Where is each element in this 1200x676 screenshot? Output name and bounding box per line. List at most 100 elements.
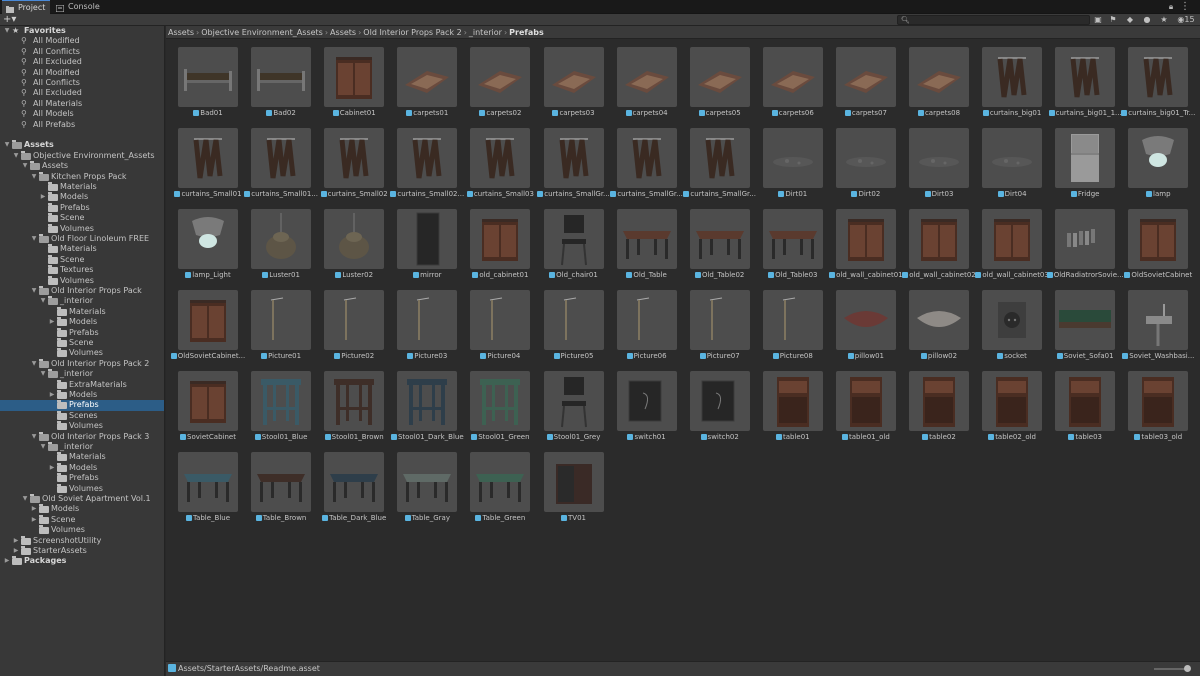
expand-arrow-icon[interactable]: ▼: [30, 234, 38, 244]
asset-item[interactable]: old_wall_cabinet01: [824, 202, 903, 282]
breadcrumb-segment[interactable]: _interior: [469, 28, 502, 37]
curtain-icon[interactable]: [982, 47, 1043, 107]
asset-item[interactable]: Dirt01: [751, 121, 824, 201]
asset-item[interactable]: Picture08: [751, 283, 824, 363]
tree-item-textures[interactable]: Textures: [0, 265, 164, 275]
expand-arrow-icon[interactable]: ▼: [21, 161, 29, 171]
tab-project[interactable]: Project: [2, 0, 50, 14]
asset-item[interactable]: carpets08: [897, 40, 970, 120]
tree-item-volumes[interactable]: Volumes: [0, 525, 164, 535]
asset-item[interactable]: Picture05: [532, 283, 605, 363]
expand-arrow-icon[interactable]: ▼: [3, 26, 11, 36]
asset-item[interactable]: Table_Green: [458, 445, 531, 525]
cabinet-icon[interactable]: [982, 209, 1043, 269]
stool-icon[interactable]: [324, 371, 385, 431]
nightstand-icon[interactable]: [1128, 371, 1189, 431]
asset-item[interactable]: carpets05: [678, 40, 751, 120]
asset-item[interactable]: Dirt03: [897, 121, 970, 201]
asset-item[interactable]: mirror: [385, 202, 458, 282]
asset-item[interactable]: Picture06: [605, 283, 678, 363]
asset-item[interactable]: curtains_SmallGr...: [605, 121, 683, 201]
stool-icon[interactable]: [397, 371, 458, 431]
table-icon[interactable]: [470, 452, 531, 512]
tree-item-scenes[interactable]: Scenes: [0, 410, 164, 421]
asset-item[interactable]: carpets03: [532, 40, 605, 120]
chair-icon[interactable]: [543, 209, 604, 269]
asset-item[interactable]: Old_Table: [605, 202, 678, 282]
radiator-icon[interactable]: [1055, 209, 1116, 269]
expand-arrow-icon[interactable]: ▼: [30, 286, 38, 296]
chair-icon[interactable]: [543, 371, 604, 431]
asset-item[interactable]: switch02: [678, 364, 751, 444]
cabinet-icon[interactable]: [835, 209, 896, 269]
tree-item-scene[interactable]: Scene: [0, 213, 164, 223]
expand-arrow-icon[interactable]: ▼: [21, 494, 29, 504]
sofa-icon[interactable]: [1055, 290, 1116, 350]
tree-item-old-soviet-apartment-vol-1[interactable]: ▼ Old Soviet Apartment Vol.1: [0, 494, 164, 504]
asset-item[interactable]: Picture03: [385, 283, 458, 363]
asset-item[interactable]: Soviet_Washbasi...: [1116, 283, 1194, 363]
asset-item[interactable]: curtains_big01: [970, 40, 1043, 120]
picture-icon[interactable]: [397, 290, 458, 350]
tree-item-old-floor-linoleum-free[interactable]: ▼ Old Floor Linoleum FREE: [0, 234, 164, 244]
tree-item-all-excluded[interactable]: ⚲ All Excluded: [0, 88, 164, 98]
expand-arrow-icon[interactable]: ▼: [3, 140, 11, 150]
asset-item[interactable]: OldRadiatrorSovie...: [1043, 202, 1124, 282]
picture-icon[interactable]: [543, 290, 604, 350]
asset-item[interactable]: curtains_SmallGr...: [532, 121, 610, 201]
tree-item-interior[interactable]: ▼ _interior: [0, 442, 164, 452]
asset-item[interactable]: Cabinet01: [312, 40, 385, 120]
search-by-label-icon[interactable]: ⚑: [1108, 15, 1118, 25]
expand-arrow-icon[interactable]: ▼: [12, 151, 20, 161]
favorite-star-icon[interactable]: ★: [1159, 15, 1169, 25]
asset-item[interactable]: Bad01: [166, 40, 239, 120]
carpet-icon[interactable]: [543, 47, 604, 107]
asset-item[interactable]: Dirt02: [824, 121, 897, 201]
tree-item-all-prefabs[interactable]: ⚲ All Prefabs: [0, 120, 164, 130]
visibility-count-icon[interactable]: ◉15: [1177, 15, 1195, 25]
hidden-packages-icon[interactable]: ●: [1142, 15, 1152, 25]
asset-item[interactable]: curtains_big01_1...: [1043, 40, 1122, 120]
picture-icon[interactable]: [689, 290, 750, 350]
asset-item[interactable]: Old_Table03: [751, 202, 824, 282]
asset-item[interactable]: carpets07: [824, 40, 897, 120]
curtain-icon[interactable]: [689, 128, 750, 188]
socket-icon[interactable]: [982, 290, 1043, 350]
tree-item-models[interactable]: ▶ Models: [0, 317, 164, 327]
asset-item[interactable]: OldSovietCabinet...: [166, 283, 245, 363]
bed-icon[interactable]: [251, 47, 312, 107]
picture-icon[interactable]: [616, 290, 677, 350]
bed-icon[interactable]: [178, 47, 238, 107]
curtain-icon[interactable]: [470, 128, 531, 188]
asset-item[interactable]: Stool01_Dark_Blue: [385, 364, 464, 444]
lock-icon[interactable]: 🔒︎: [1166, 2, 1176, 12]
dirt-icon[interactable]: [835, 128, 896, 188]
picture-icon[interactable]: [324, 290, 385, 350]
asset-item[interactable]: curtains_Small01: [166, 121, 242, 201]
asset-item[interactable]: Old_chair01: [532, 202, 605, 282]
asset-item[interactable]: lamp_Light: [166, 202, 239, 282]
asset-item[interactable]: Dirt04: [970, 121, 1043, 201]
tree-item-volumes[interactable]: Volumes: [0, 421, 164, 431]
tree-item-scene[interactable]: Scene: [0, 338, 164, 348]
table-icon[interactable]: [324, 452, 385, 512]
tree-item-materials[interactable]: Materials: [0, 244, 164, 254]
asset-item[interactable]: Luster01: [239, 202, 312, 282]
fridge-icon[interactable]: [1055, 128, 1116, 188]
dirt-icon[interactable]: [909, 128, 969, 188]
table-icon[interactable]: [397, 452, 458, 512]
tree-item-favorites[interactable]: ▼ ★ Favorites: [0, 26, 164, 36]
breadcrumb-segment[interactable]: Assets: [330, 28, 356, 37]
curtain-icon[interactable]: [1128, 47, 1189, 107]
create-button[interactable]: +▾: [3, 15, 21, 25]
nightstand-icon[interactable]: [1055, 371, 1116, 431]
dirt-icon[interactable]: [762, 128, 823, 188]
tree-item-materials[interactable]: Materials: [0, 306, 164, 317]
nightstand-icon[interactable]: [762, 371, 823, 431]
asset-item[interactable]: old_wall_cabinet03: [970, 202, 1049, 282]
tree-item-prefabs[interactable]: Prefabs: [0, 473, 164, 483]
asset-item[interactable]: curtains_SmallGr...: [678, 121, 756, 201]
asset-item[interactable]: Luster02: [312, 202, 385, 282]
tree-item-old-interior-props-pack-3[interactable]: ▼ Old Interior Props Pack 3: [0, 431, 164, 442]
nightstand-icon[interactable]: [909, 371, 969, 431]
